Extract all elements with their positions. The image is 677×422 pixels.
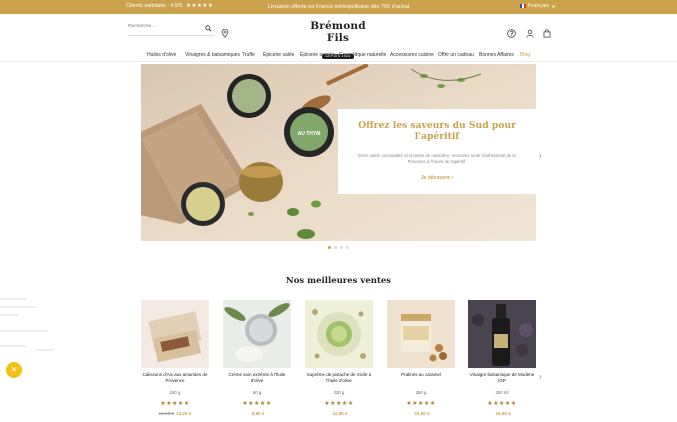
search-icon[interactable] [205, 25, 212, 34]
product-sale-price: 13,20 € [176, 411, 192, 416]
placeholder-line [0, 298, 26, 300]
product-rating-stars: ★★★★★ [487, 401, 517, 407]
search-box[interactable] [128, 24, 214, 36]
slider-dot[interactable] [334, 246, 337, 249]
nav-item-truffe[interactable]: Truffe [242, 52, 255, 58]
location-pin-icon[interactable] [221, 25, 229, 43]
product-price: 9,90 € [223, 411, 291, 416]
placeholder-line [0, 306, 36, 308]
chevron-right-icon[interactable]: › [539, 152, 542, 160]
product-price: 15,90 €13,20 € [141, 411, 209, 416]
placeholder-line [0, 345, 26, 347]
slider-dot[interactable] [346, 246, 349, 249]
placeholder-line [0, 314, 18, 316]
chevron-right-icon[interactable]: › [539, 373, 542, 381]
product-sale-price: 11,50 € [332, 411, 348, 416]
product-name: Suprême de pistache de Sicile à l'huile … [306, 372, 372, 383]
logo-name: Brémond Fils [310, 20, 366, 44]
nav-item-blog[interactable]: Blog [520, 52, 530, 58]
product-price: 11,50 € [305, 411, 373, 416]
product-image[interactable] [387, 300, 455, 368]
nav-item-epicerie-salee[interactable]: Épicerie salée [263, 52, 294, 58]
product-card[interactable]: Crème soin extrême à l'huile d'olive 60 … [223, 300, 291, 416]
svg-text:AU THYM: AU THYM [298, 131, 321, 137]
product-weight: 60 g [252, 390, 262, 395]
product-card[interactable]: Suprême de pistache de Sicile à l'huile … [305, 300, 373, 416]
product-price: 22,50 € [387, 411, 455, 416]
product-rating-stars: ★★★★★ [324, 401, 354, 407]
product-card[interactable]: Vinaigre balsamique de Modène IGP 250 ml… [468, 300, 536, 416]
help-icon[interactable] [507, 25, 516, 43]
product-sale-price: 9,90 € [251, 411, 265, 416]
slider-dot[interactable] [328, 246, 331, 249]
hero-card: Offrez les saveurs du Sud pour l'apériti… [338, 109, 536, 194]
product-image[interactable] [223, 300, 291, 368]
cart-icon[interactable] [543, 25, 551, 43]
main-navigation: Huiles d'olive Vinaigres & balsamiques T… [0, 48, 677, 62]
nav-item-vinaigres[interactable]: Vinaigres & balsamiques [185, 52, 240, 58]
nav-item-cadeau[interactable]: Offrir un cadeau [438, 52, 474, 58]
product-rating-stars: ★★★★★ [406, 401, 436, 407]
best-sellers-title: Nos meilleures ventes [285, 276, 392, 286]
product-old-price: 15,90 € [158, 411, 174, 416]
hero-cta-link[interactable]: Je découvre › [338, 175, 536, 181]
product-name: Crème soin extrême à l'huile d'olive [228, 372, 286, 383]
french-flag-icon [520, 4, 526, 8]
placeholder-line [36, 349, 54, 351]
language-label: Français [528, 3, 550, 9]
product-weight: 250 g [415, 390, 427, 395]
product-image[interactable] [468, 300, 536, 368]
announcement-bar: Clients satisfaits : 4.9/5 ★★★★★ Livrais… [0, 0, 677, 14]
product-rating-stars: ★★★★★ [160, 401, 190, 407]
product-rating-stars: ★★★★★ [242, 401, 272, 407]
product-weight: 220 g [333, 390, 345, 395]
user-icon[interactable] [526, 25, 534, 43]
product-image[interactable] [305, 300, 373, 368]
shipping-promo: Livraison offerte en France métropolitai… [267, 3, 410, 10]
placeholder-line [0, 330, 48, 332]
site-header: Brémond Fils DEPUIS 1926 [0, 14, 677, 59]
chevron-down-icon [551, 4, 556, 8]
language-selector[interactable]: Français [520, 3, 556, 9]
product-sale-price: 22,50 € [414, 411, 430, 416]
hero-text: Entre soleil, convivialité et recettes d… [358, 153, 516, 164]
nav-item-accessoires[interactable]: Accessoires cuisine [390, 52, 434, 58]
nav-item-epicerie-sucree[interactable]: Épicerie sucrée [300, 52, 334, 58]
product-weight: 150 g [169, 390, 181, 395]
product-name: Calissons d'Aix aux amandes de Provence [142, 372, 208, 383]
product-card[interactable]: Calissons d'Aix aux amandes de Provence … [141, 300, 209, 416]
product-card[interactable]: Pralinés au caramel 250 g ★★★★★ 22,50 € [387, 300, 455, 416]
close-icon[interactable]: ✕ [6, 362, 22, 378]
nav-item-cosmetique[interactable]: Cosmétique naturelle [339, 52, 386, 58]
product-sale-price: 16,90 € [495, 411, 511, 416]
slider-dot[interactable] [340, 246, 343, 249]
nav-item-bonnes-affaires[interactable]: Bonnes Affaires [479, 52, 514, 58]
product-image[interactable] [141, 300, 209, 368]
search-input[interactable] [128, 24, 198, 29]
product-name: Pralinés au caramel [401, 372, 441, 377]
nav-item-huiles[interactable]: Huiles d'olive [147, 52, 176, 58]
hero-title: Offrez les saveurs du Sud pour l'apériti… [358, 120, 516, 142]
product-price: 16,90 € [468, 411, 536, 416]
product-weight: 250 ml [495, 390, 509, 395]
product-name: Vinaigre balsamique de Modène IGP [469, 372, 535, 383]
slider-dots [328, 246, 349, 249]
